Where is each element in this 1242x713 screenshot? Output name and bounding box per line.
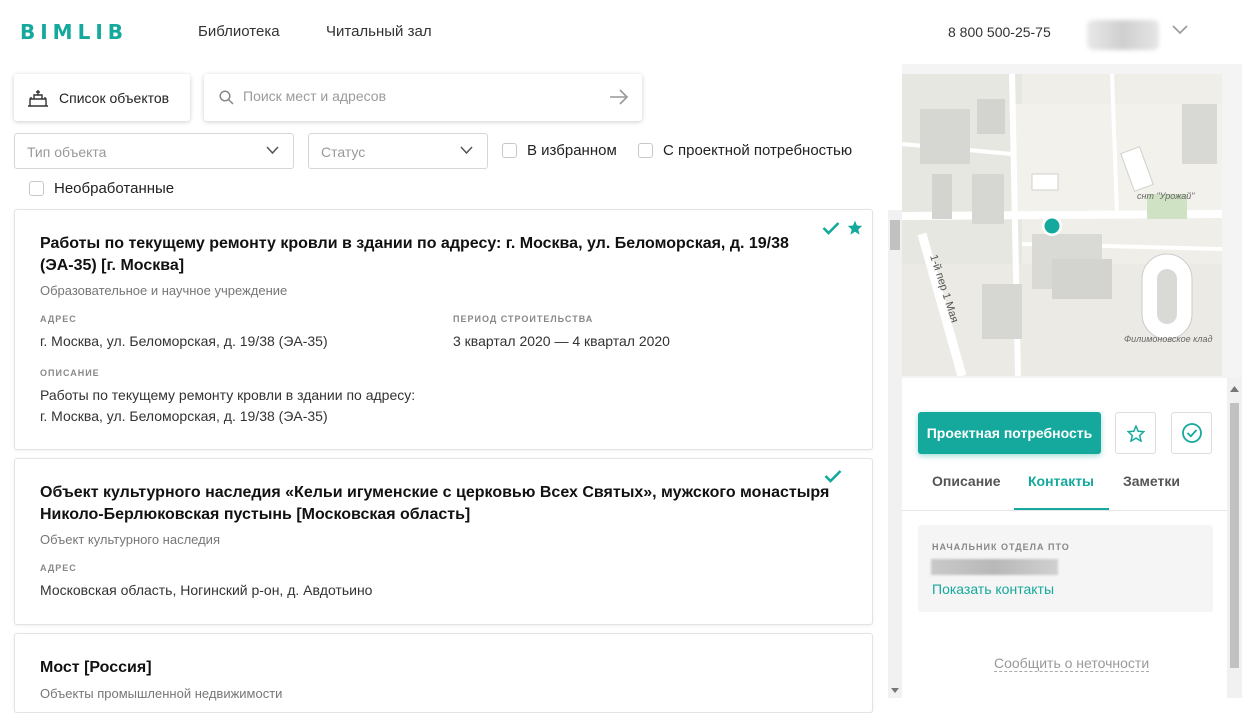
search-bar xyxy=(204,74,642,121)
card-title[interactable]: Работы по текущему ремонту кровли в здан… xyxy=(40,233,830,277)
card-type: Объект культурного наследия xyxy=(40,532,220,547)
map-label: снт "Урожай" xyxy=(1137,191,1195,201)
check-icon[interactable] xyxy=(824,469,842,483)
card-type: Объекты промышленной недвижимости xyxy=(40,686,283,701)
address-label: АДРЕС xyxy=(40,563,77,573)
scrollbar-thumb[interactable] xyxy=(1230,403,1239,668)
object-list-label: Список объектов xyxy=(59,89,170,106)
address-label: АДРЕС xyxy=(40,314,77,324)
card-title[interactable]: Мост [Россия] xyxy=(40,657,830,679)
checkbox-box[interactable] xyxy=(638,143,653,158)
list-scrollbar[interactable] xyxy=(888,210,902,698)
object-card[interactable]: Объект культурного наследия «Кельи игуме… xyxy=(14,458,873,625)
description-line: г. Москва, ул. Беломорская, д. 19/38 (ЭА… xyxy=(40,408,328,424)
contact-name-redacted xyxy=(931,559,1058,575)
search-input[interactable] xyxy=(243,88,583,104)
period-label: ПЕРИОД СТРОИТЕЛЬСТВА xyxy=(453,314,594,324)
address-value: г. Москва, ул. Беломорская, д. 19/38 (ЭА… xyxy=(40,333,328,349)
nav-reading-room[interactable]: Читальный зал xyxy=(326,23,432,40)
period-value: 3 квартал 2020 — 4 квартал 2020 xyxy=(453,333,670,349)
favorites-checkbox[interactable]: В избранном xyxy=(502,142,617,159)
chevron-down-icon xyxy=(460,146,473,155)
search-icon xyxy=(219,90,234,105)
checkbox-box[interactable] xyxy=(502,143,517,158)
description-label: ОПИСАНИЕ xyxy=(40,368,100,378)
tab-notes[interactable]: Заметки xyxy=(1123,473,1180,489)
tab-description[interactable]: Описание xyxy=(932,473,1001,489)
star-outline-icon xyxy=(1126,424,1145,442)
project-need-checkbox[interactable]: С проектной потребностью xyxy=(638,142,852,159)
nav-library[interactable]: Библиотека xyxy=(198,23,280,40)
map-view[interactable]: снт "Урожай" Филимоновское клад 1-й пер … xyxy=(902,74,1222,376)
tabs-divider xyxy=(902,510,1227,511)
report-inaccuracy-link[interactable]: Сообщить о неточности xyxy=(994,655,1150,672)
scrollbar-thumb[interactable] xyxy=(890,220,900,250)
status-select[interactable]: Статус xyxy=(308,133,488,169)
user-avatar[interactable] xyxy=(1087,20,1159,50)
arrow-right-icon[interactable] xyxy=(609,88,629,106)
object-card[interactable]: Работы по текущему ремонту кровли в здан… xyxy=(14,209,873,450)
show-contacts-link[interactable]: Показать контакты xyxy=(932,581,1054,597)
object-card[interactable]: Мост [Россия] Объекты промышленной недви… xyxy=(14,633,873,713)
project-need-label: С проектной потребностью xyxy=(663,142,853,159)
favorites-label: В избранном xyxy=(527,142,617,159)
mark-done-button[interactable] xyxy=(1171,412,1212,454)
object-list-button[interactable]: Список объектов xyxy=(14,74,190,121)
kremlin-icon xyxy=(28,89,48,107)
checkbox-box[interactable] xyxy=(29,181,44,196)
panel-scrollbar[interactable] xyxy=(1227,378,1242,698)
bimlib-logo[interactable]: BIMLIB xyxy=(20,20,128,44)
map-label: Филимоновское клад xyxy=(1124,334,1212,344)
status-placeholder: Статус xyxy=(321,144,366,160)
favorite-button[interactable] xyxy=(1115,412,1156,454)
card-title[interactable]: Объект культурного наследия «Кельи игуме… xyxy=(40,482,830,526)
phone-number[interactable]: 8 800 500-25-75 xyxy=(948,24,1051,40)
chevron-down-icon xyxy=(266,146,279,155)
scroll-up-arrow-icon[interactable] xyxy=(1230,386,1239,392)
unprocessed-label: Необработанные xyxy=(54,180,175,197)
object-type-select[interactable]: Тип объекта xyxy=(14,133,294,169)
object-type-placeholder: Тип объекта xyxy=(27,144,107,160)
tab-contacts[interactable]: Контакты xyxy=(1028,473,1094,489)
scroll-down-arrow-icon[interactable] xyxy=(891,688,899,694)
check-circle-icon xyxy=(1181,423,1202,443)
star-filled-icon[interactable] xyxy=(847,220,863,235)
active-tab-indicator xyxy=(1014,508,1109,510)
unprocessed-checkbox[interactable]: Необработанные xyxy=(29,180,174,197)
contact-role: НАЧАЛЬНИК ОТДЕЛА ПТО xyxy=(932,542,1070,552)
card-type: Образовательное и научное учреждение xyxy=(40,283,288,298)
chevron-down-icon[interactable] xyxy=(1171,24,1189,36)
top-bar: BIMLIB Библиотека Читальный зал 8 800 50… xyxy=(0,0,1242,64)
project-need-button[interactable]: Проектная потребность xyxy=(918,412,1101,454)
address-value: Московская область, Ногинский р-он, д. А… xyxy=(40,582,373,598)
map-canvas: снт "Урожай" Филимоновское клад 1-й пер … xyxy=(902,74,1222,376)
description-line: Работы по текущему ремонту кровли в здан… xyxy=(40,387,416,403)
